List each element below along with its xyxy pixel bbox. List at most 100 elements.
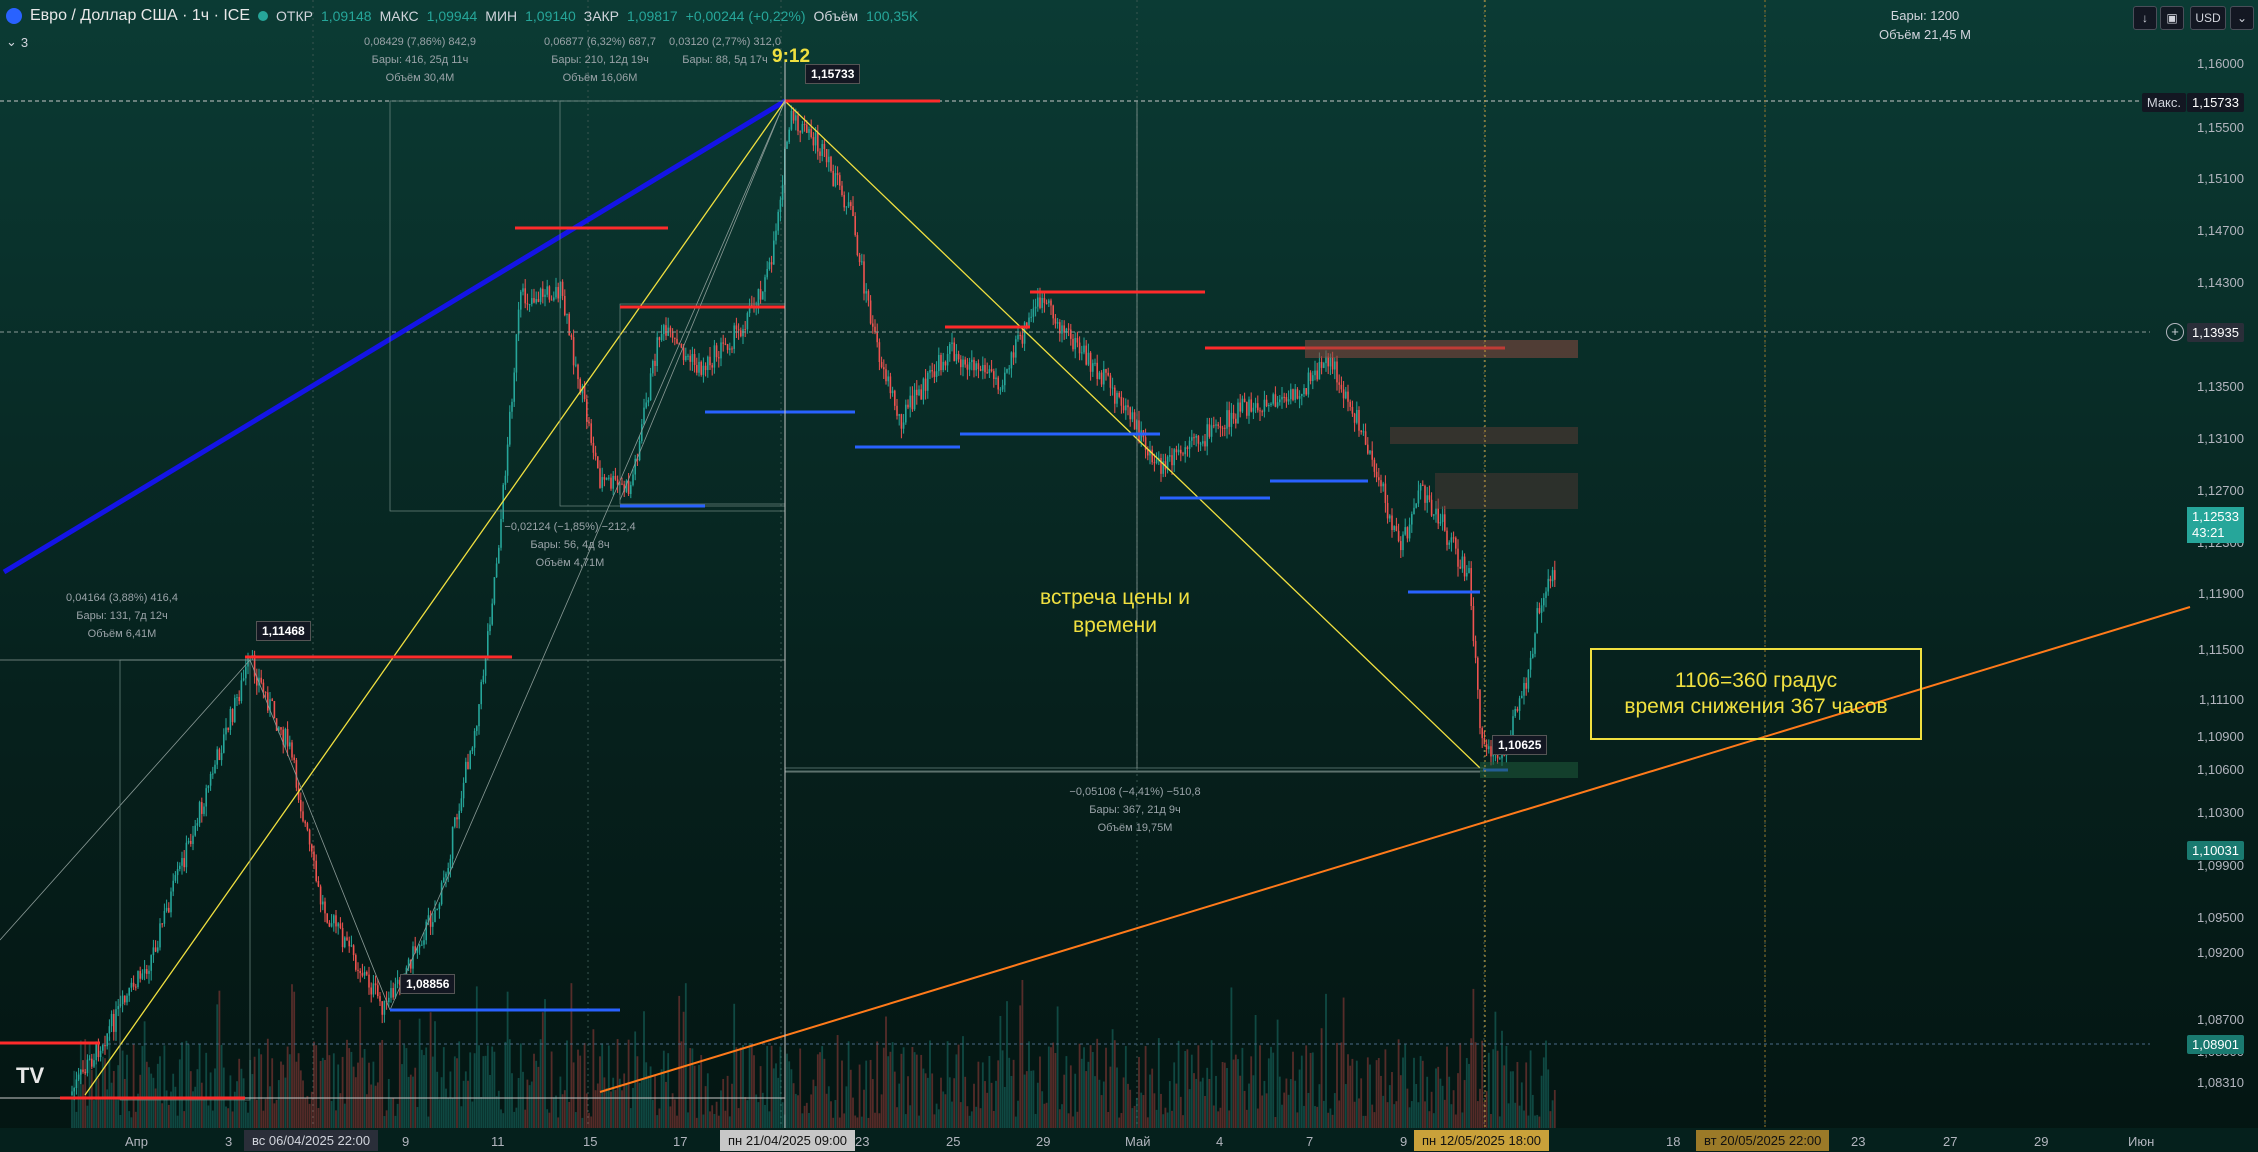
volume-bar [337, 1064, 340, 1128]
volume-bar [1098, 1079, 1101, 1128]
candle-body [702, 365, 705, 375]
volume-bar [555, 1095, 557, 1128]
candle-body [1417, 490, 1420, 504]
tradingview-logo-icon[interactable]: TV [16, 1063, 44, 1089]
candle-body [1356, 409, 1358, 423]
volume-bar [803, 1105, 806, 1128]
chart-area[interactable]: Евро / Доллар США · 1ч · ICE ОТКР 1,09148… [0, 0, 2258, 1152]
chevron-down-icon[interactable]: ⌄ [2230, 6, 2254, 30]
volume-bar [108, 1036, 111, 1128]
candle-body [515, 334, 518, 373]
volume-bar [535, 1060, 538, 1128]
candle-body [1444, 514, 1446, 531]
candle-body [1461, 556, 1464, 569]
price-tick-label: 1,09900 [2197, 858, 2244, 873]
plus-circle-icon[interactable]: + [2166, 323, 2184, 341]
candle-body [1160, 457, 1162, 474]
candle-body [821, 143, 823, 156]
volume-bar [1063, 1074, 1066, 1128]
candle-body [1433, 514, 1435, 516]
candle-body [322, 901, 324, 905]
volume-bar [876, 1041, 879, 1128]
candle-body [1010, 352, 1013, 369]
time-tick-label: 9 [402, 1134, 410, 1149]
price-tick-label: 1,11100 [2198, 692, 2244, 707]
candle-body [73, 1088, 75, 1092]
volume-bar [308, 1103, 311, 1128]
candle-body [352, 945, 355, 956]
candle-body [740, 330, 742, 337]
max-label: Макс. [2141, 93, 2186, 112]
price-tick-label: 1,10600 [2197, 762, 2244, 777]
volume-bar [1283, 1092, 1286, 1128]
volume-bar [832, 1117, 835, 1128]
volume-bar [504, 1041, 507, 1128]
candle-body [504, 475, 507, 485]
candle-body [839, 175, 841, 186]
candle-body [238, 697, 240, 701]
volume-bar [854, 1115, 857, 1128]
candle-body [1347, 391, 1349, 402]
volume-bar [667, 1053, 670, 1128]
volume-bar [1274, 1117, 1277, 1128]
screenshot-icon[interactable]: ▣ [2160, 6, 2184, 30]
indicators-toggle[interactable]: ⌄ 3 [6, 34, 28, 50]
price-chart[interactable] [0, 0, 2258, 1152]
volume-bar [1518, 1105, 1521, 1128]
symbol-icon[interactable] [6, 8, 22, 24]
candle-body [1477, 657, 1479, 690]
volume-bar [1547, 1069, 1550, 1128]
volume-bar [1254, 1014, 1257, 1128]
candle-body [830, 156, 832, 171]
symbol-title[interactable]: Евро / Доллар США · 1ч · ICE [30, 7, 250, 25]
volume-bar [517, 1078, 520, 1128]
candle-body [823, 143, 826, 150]
candle-body [887, 376, 889, 382]
candle-body [176, 868, 179, 876]
volume-bar [548, 1112, 551, 1128]
candle-body [1180, 449, 1182, 454]
volume-bar [948, 1077, 951, 1128]
candle-body [546, 286, 548, 295]
candle-body [506, 444, 509, 476]
candle-body [733, 325, 735, 349]
volume-bar [242, 1078, 245, 1128]
volume-bar [933, 1114, 936, 1128]
time-tick-label: 29 [1036, 1134, 1051, 1149]
price-tick-label: 1,14300 [2197, 275, 2244, 290]
volume-bar [1492, 1049, 1495, 1128]
price-label: 1,10625 [1492, 735, 1548, 755]
candle-body [999, 389, 1002, 391]
currency-button[interactable]: USD [2190, 6, 2226, 30]
volume-bar [909, 1105, 912, 1128]
volume-bar [495, 1096, 498, 1128]
candle-body [104, 1044, 106, 1047]
candle-body [1012, 352, 1015, 358]
volume-bar [1157, 1038, 1160, 1128]
volume-bar [471, 1101, 474, 1128]
volume-bar [82, 1084, 84, 1128]
candle-body [819, 151, 821, 156]
volume-bar [229, 1075, 232, 1128]
volume-bar [445, 1088, 447, 1128]
volume-bar [361, 1057, 364, 1128]
volume-bar [1329, 1108, 1332, 1128]
volume-bar [500, 1109, 502, 1128]
candle-body [1380, 480, 1382, 487]
candle-body [1369, 450, 1371, 454]
volume-bar [1320, 1028, 1323, 1128]
volume-bar [775, 1063, 777, 1128]
candle-body [229, 709, 232, 730]
candle-body [1039, 297, 1041, 308]
volume-bar [112, 1071, 115, 1128]
volume-bar [480, 1096, 483, 1128]
text-box-annotation[interactable]: 1106=360 градус время снижения 367 часов [1590, 648, 1922, 740]
candle-body [825, 149, 828, 163]
candle-body [997, 377, 999, 390]
price-tick-label: 1,11900 [2197, 586, 2244, 601]
volume-bar [964, 1076, 967, 1128]
price-zone [1305, 340, 1578, 358]
arrow-down-icon[interactable]: ↓ [2133, 6, 2157, 30]
volume-bar [915, 1054, 918, 1128]
candle-body [911, 395, 914, 410]
